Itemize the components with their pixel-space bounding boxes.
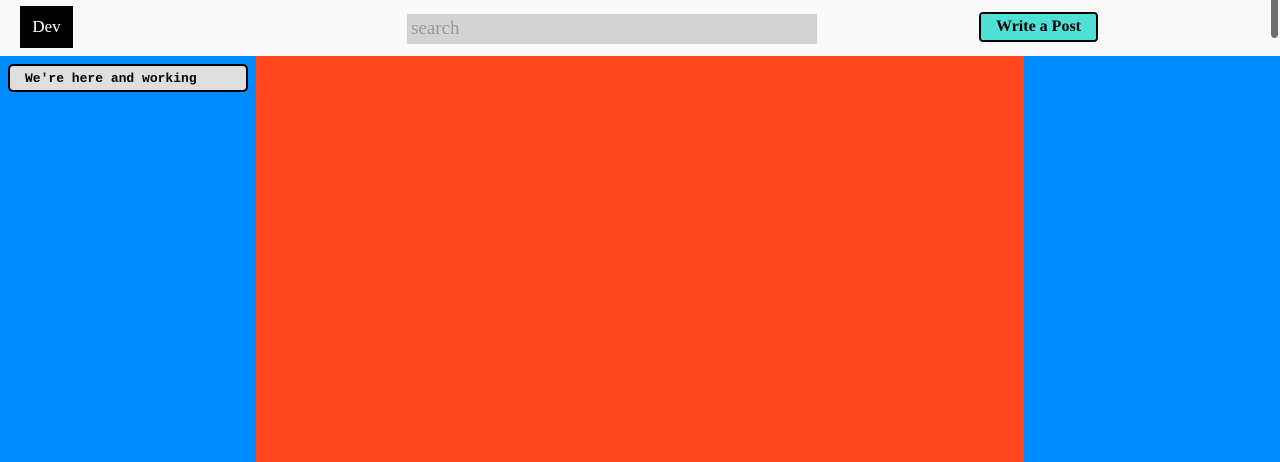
top-navigation-bar: Dev Write a Post [0, 0, 1280, 56]
left-sidebar: We're here and working [0, 56, 256, 462]
search-input[interactable] [407, 14, 817, 44]
dev-logo[interactable]: Dev [20, 6, 73, 48]
write-post-button[interactable]: Write a Post [979, 12, 1098, 42]
main-content-area [256, 56, 1024, 462]
status-button[interactable]: We're here and working [8, 64, 248, 92]
right-sidebar [1024, 56, 1280, 462]
scrollbar-thumb[interactable] [1271, 0, 1278, 38]
